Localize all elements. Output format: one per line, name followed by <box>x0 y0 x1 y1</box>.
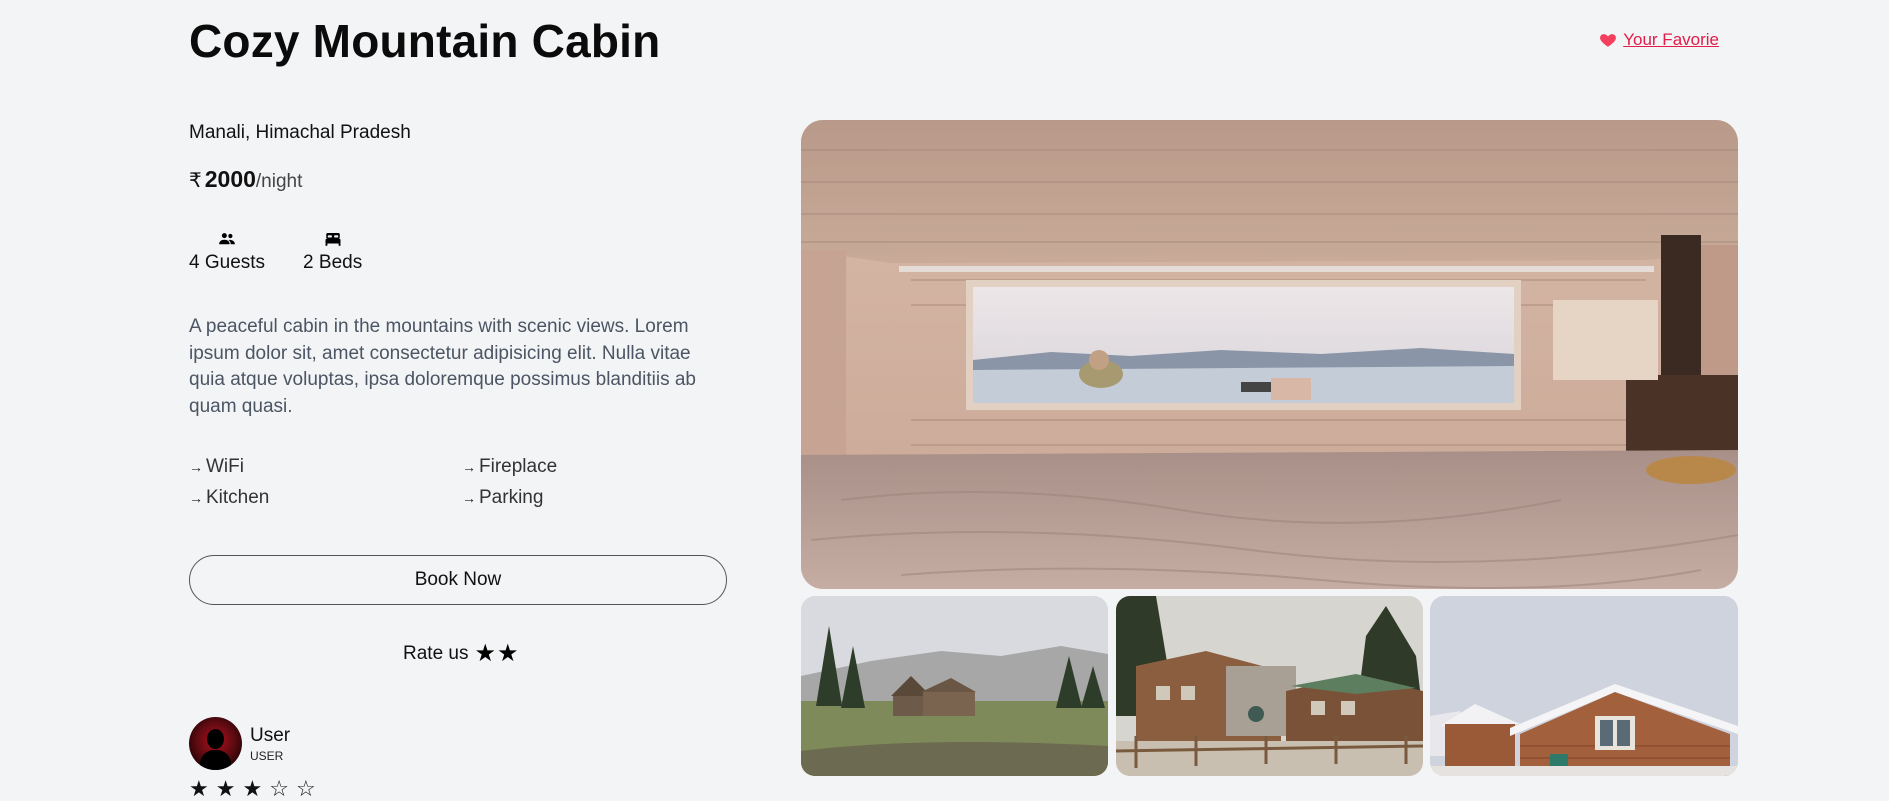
star-empty-icon: ☆ <box>295 776 316 801</box>
favorite-link[interactable]: Your Favorie <box>1599 30 1719 50</box>
wooden-lodge-image <box>1116 596 1423 776</box>
amenity-item: → WiFi <box>189 456 462 478</box>
cabin-landscape-image <box>801 596 1108 776</box>
price-amount: 2000 <box>204 166 256 192</box>
star-filled-icon: ★ <box>215 776 236 801</box>
review-stars: ★ ★ ★ ☆ ☆ <box>189 778 316 800</box>
user-info: User USER <box>250 725 290 763</box>
amenity-label: Kitchen <box>206 487 270 508</box>
amenity-label: WiFi <box>206 456 244 477</box>
arrow-right-icon: → <box>189 459 203 475</box>
gallery-thumbnail[interactable] <box>1430 596 1738 776</box>
snowy-cabin-image <box>1430 596 1738 776</box>
main-photo[interactable] <box>801 120 1738 589</box>
star-empty-icon: ☆ <box>269 776 289 801</box>
amenity-label: Fireplace <box>479 456 558 477</box>
currency-symbol: ₹ <box>189 170 202 192</box>
users-icon <box>219 233 235 245</box>
avatar <box>189 717 242 770</box>
arrow-right-icon: → <box>462 459 476 475</box>
rate-us: Rate us ★ ★ <box>403 642 519 666</box>
cabin-interior-image <box>801 120 1738 589</box>
page-title: Cozy Mountain Cabin <box>189 15 661 67</box>
price-unit: /night <box>255 171 303 192</box>
location: Manali, Himachal Pradesh <box>189 122 411 143</box>
star-filled-icon: ★ <box>242 776 263 801</box>
amenity-item: → Parking <box>462 487 735 509</box>
beds-label: 2 Beds <box>303 252 363 273</box>
guests-feature: 4 Guests <box>189 230 265 274</box>
bed-icon <box>325 233 341 246</box>
amenity-item: → Kitchen <box>189 487 462 509</box>
heart-icon <box>1600 34 1617 47</box>
gallery-thumbnail[interactable] <box>1116 596 1423 776</box>
amenities-list: → WiFi → Fireplace → Kitchen → Parking <box>189 456 734 509</box>
gallery-thumbnail[interactable] <box>801 596 1108 776</box>
guests-label: 4 Guests <box>189 252 266 273</box>
user-review: User USER <box>189 717 290 770</box>
price: ₹ 2000 /night <box>189 166 302 193</box>
amenity-label: Parking <box>479 487 544 508</box>
favorite-label: Your Favorie <box>1623 30 1719 49</box>
star-icon[interactable]: ★ <box>474 642 496 666</box>
user-name: User <box>250 724 291 746</box>
description: A peaceful cabin in the mountains with s… <box>189 316 696 417</box>
arrow-right-icon: → <box>462 490 476 506</box>
book-now-button[interactable]: Book Now <box>189 555 727 605</box>
user-role: USER <box>250 748 284 763</box>
rate-us-label: Rate us <box>403 643 469 664</box>
capacity-features: 4 Guests 2 Beds <box>189 230 362 274</box>
amenity-item: → Fireplace <box>462 456 735 478</box>
star-icon[interactable]: ★ <box>497 642 519 666</box>
beds-feature: 2 Beds <box>303 230 362 274</box>
arrow-right-icon: → <box>189 490 203 506</box>
rating-stars[interactable]: ★ ★ <box>474 642 518 666</box>
star-filled-icon: ★ <box>189 776 209 801</box>
